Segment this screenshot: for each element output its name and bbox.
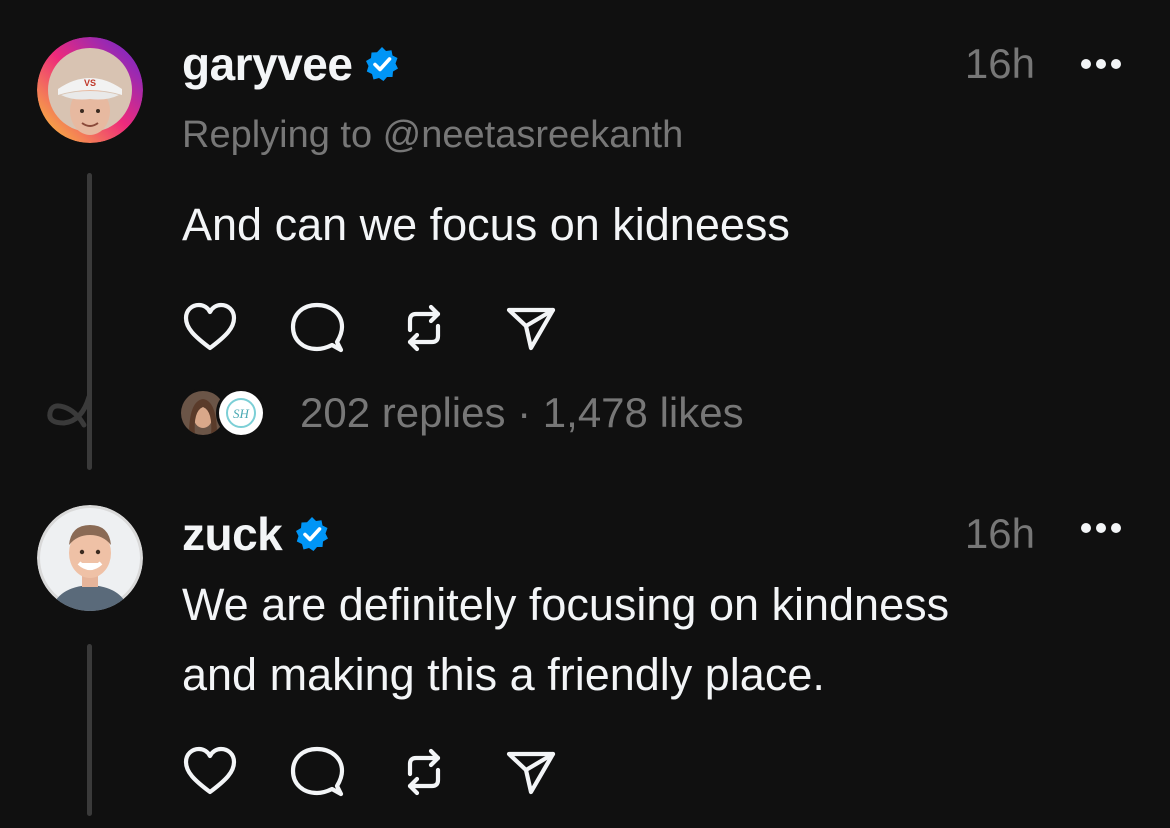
svg-text:SH: SH: [233, 406, 250, 421]
avatar-zuck[interactable]: [37, 505, 143, 611]
action-bar: [182, 300, 610, 356]
post-timestamp: 16h: [964, 510, 1035, 557]
post-timestamp: 16h: [964, 40, 1035, 87]
heart-icon: [183, 746, 237, 795]
post-body-text: We are definitely focusing on kindness a…: [182, 579, 950, 700]
replying-to-label[interactable]: Replying to @neetasreekanth: [182, 114, 683, 157]
reply-button[interactable]: [289, 300, 345, 356]
post-stats: SH 202 replies · 1,478 likes: [178, 388, 744, 438]
comment-icon: [290, 302, 345, 353]
share-button[interactable]: [503, 300, 559, 356]
repost-icon: [407, 304, 441, 352]
like-button[interactable]: [182, 300, 238, 356]
share-button[interactable]: [503, 744, 559, 800]
comment-icon: [290, 746, 345, 797]
reply-button[interactable]: [289, 744, 345, 800]
avatar-garyvee-image: VS: [37, 37, 143, 143]
username-zuck[interactable]: zuck: [182, 507, 283, 561]
username-garyvee[interactable]: garyvee: [182, 37, 353, 91]
heart-icon: [183, 302, 237, 351]
more-options-icon[interactable]: [1080, 58, 1122, 70]
post-body-text: And can we focus on kidneess: [182, 199, 790, 250]
verified-badge-icon: [366, 47, 399, 81]
thread-post-zuck: zuck 16h We are definitely focusing on k…: [0, 470, 1170, 828]
replier-avatar-2: SH: [216, 388, 266, 438]
svg-text:VS: VS: [84, 78, 96, 88]
share-icon: [506, 307, 556, 351]
repost-button[interactable]: [396, 300, 452, 356]
repost-icon: [407, 748, 441, 796]
thread-curl-connector: [47, 394, 92, 428]
repost-button[interactable]: [396, 744, 452, 800]
stats-text: 202 replies · 1,478 likes: [300, 389, 744, 437]
likes-count-link[interactable]: 1,478 likes: [543, 389, 744, 436]
author-row: garyvee: [182, 38, 400, 90]
thread-connector-line: [87, 644, 92, 816]
verified-badge-icon: [296, 517, 329, 551]
replier-avatars: SH: [178, 388, 270, 438]
share-icon: [506, 751, 556, 795]
action-bar: [182, 744, 610, 800]
replies-count-link[interactable]: 202 replies: [300, 389, 505, 436]
avatar-zuck-image: [37, 505, 143, 611]
author-row: zuck: [182, 508, 330, 560]
like-button[interactable]: [182, 744, 238, 800]
more-options-icon[interactable]: [1080, 522, 1122, 534]
stats-separator: ·: [505, 389, 543, 436]
thread-post-garyvee: VS garyvee 16h Replying to @neetasreekan…: [0, 0, 1170, 470]
avatar-garyvee[interactable]: VS: [37, 37, 143, 143]
